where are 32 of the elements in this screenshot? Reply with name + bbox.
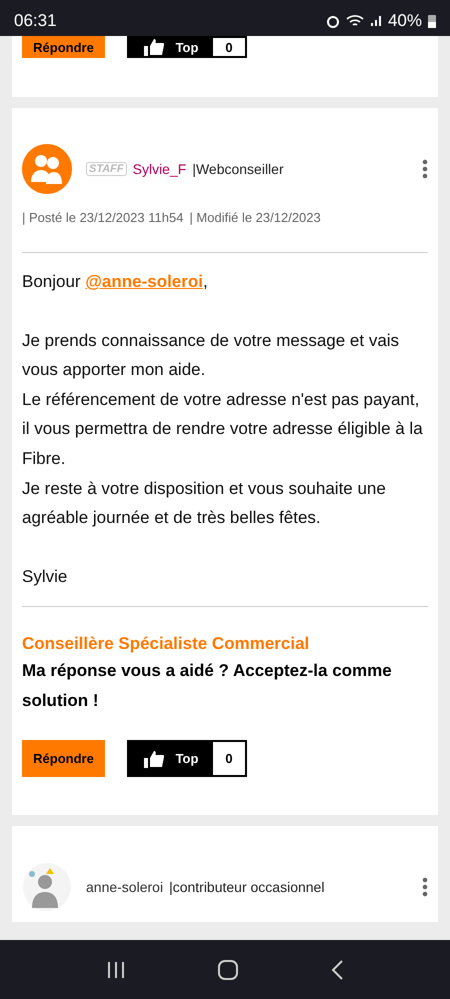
reply-button[interactable]: Répondre: [22, 740, 105, 778]
avatar-icon: [22, 144, 72, 194]
reply-button[interactable]: Répondre: [22, 36, 105, 58]
staff-badge: STAFF: [86, 162, 127, 176]
signature-text: Ma réponse vous a aidé ? Acceptez-la comme solution !: [22, 660, 393, 712]
more-options-icon[interactable]: [422, 159, 428, 179]
author-role: |Webconseiller: [192, 161, 284, 177]
battery-percent: 40%: [388, 11, 422, 31]
message-text: Sylvie: [22, 566, 68, 588]
wifi-icon: [346, 14, 364, 28]
top-count: 0: [213, 742, 245, 776]
status-time: 06:31: [14, 11, 57, 31]
author-name[interactable]: anne-soleroi: [86, 879, 164, 896]
home-icon[interactable]: [218, 960, 238, 980]
signal-icon: [370, 15, 382, 27]
battery-icon: [428, 14, 436, 28]
top-button[interactable]: Top 0: [127, 740, 247, 778]
top-count: 0: [213, 38, 245, 56]
back-icon[interactable]: [331, 960, 344, 980]
thumbs-up-icon: [144, 750, 164, 768]
modified-date: | Modifié le 23/12/2023: [189, 210, 321, 225]
top-button[interactable]: Top 0: [127, 36, 247, 58]
signature-title: Conseillère Spécialiste Commercial: [22, 634, 310, 654]
author-name[interactable]: Sylvie_F: [132, 161, 186, 177]
more-options-icon[interactable]: [422, 877, 428, 898]
author-role: |contributeur occasionnel: [169, 879, 324, 896]
recent-apps-icon[interactable]: [106, 960, 125, 978]
posted-date: | Posté le 23/12/2023 11h54: [22, 210, 184, 225]
message-text: Je prends connaissance de votre message et vais vous apporter mon aide. Le référencement de votre adresse n'est pas payant, il vous permettra de rendre votre adresse éligible à la Fibre. Je reste à votre disposition et vous souhaite une agréable journée et de très belles fêtes.: [22, 330, 424, 530]
thumbs-up-icon: [144, 38, 164, 56]
greeting-text: Bonjour @anne-soleroi,: [22, 271, 209, 293]
avatar-icon: [22, 862, 72, 912]
